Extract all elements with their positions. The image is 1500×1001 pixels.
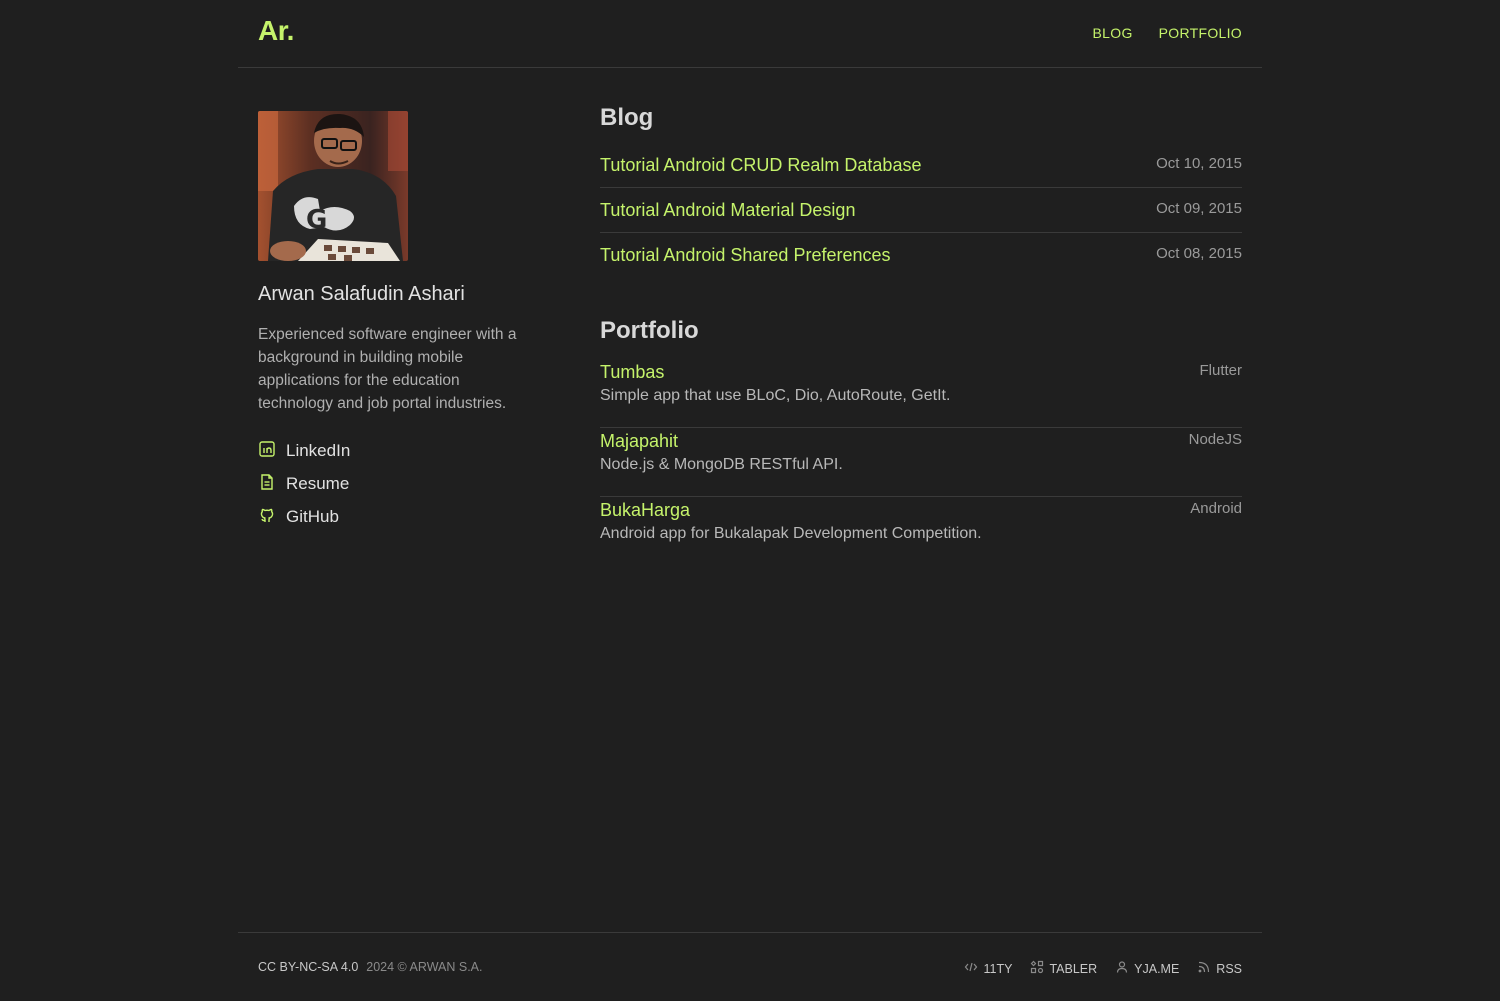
project-tag: NodeJS [1188,431,1242,448]
svg-text:G: G [306,205,327,235]
portfolio-item: Tumbas Flutter Simple app that use BLoC,… [600,359,1242,428]
project-name[interactable]: Majapahit [600,431,678,452]
linkedin-link[interactable]: LinkedIn [258,440,528,462]
github-label: GitHub [286,507,339,526]
profile-links: LinkedIn Resume GitHub [258,440,528,528]
blog-post-date: Oct 08, 2015 [1156,245,1242,262]
file-text-icon [258,473,276,496]
blog-post-date: Oct 10, 2015 [1156,155,1242,172]
components-icon [1030,960,1044,977]
resume-label: Resume [286,474,350,493]
profile-sidebar: G Arwan Salafudin Ashari Experienced sof… [258,111,528,528]
user-icon [1115,960,1129,977]
project-description: Node.js & MongoDB RESTful API. [600,456,843,473]
portfolio-item: BukaHarga Android Android app for Bukala… [600,497,1242,565]
portfolio-heading: Portfolio [600,317,699,344]
github-link[interactable]: GitHub [258,506,528,528]
footer-link-label: 11TY [983,961,1013,976]
project-description: Simple app that use BLoC, Dio, AutoRoute… [600,387,951,404]
footer-credits: CC BY-NC-SA 4.0 2024 © ARWAN S.A. [258,960,483,974]
blog-heading: Blog [600,104,654,131]
footer-link-yja[interactable]: YJA.ME [1115,960,1179,977]
nav-portfolio-link[interactable]: PORTFOLIO [1159,25,1242,41]
page-container: Ar. BLOG PORTFOLIO G Arwan Salafudin Ash… [238,0,1262,1000]
footer-link-rss[interactable]: RSS [1197,960,1242,977]
avatar: G [258,111,408,261]
project-tag: Android [1190,500,1242,517]
main-content: Blog Tutorial Android CRUD Realm Databas… [600,104,1242,565]
portfolio-list: Tumbas Flutter Simple app that use BLoC,… [600,359,1242,565]
blog-post-title[interactable]: Tutorial Android Shared Preferences [600,245,891,266]
nav-blog-link[interactable]: BLOG [1093,25,1133,41]
footer-link-11ty[interactable]: 11TY [964,960,1012,977]
main-nav: BLOG PORTFOLIO [1093,25,1242,41]
footer-link-tabler[interactable]: TABLER [1030,960,1097,977]
blog-post-date: Oct 09, 2015 [1156,200,1242,217]
blog-post-item: Tutorial Android CRUD Realm Database Oct… [600,143,1242,188]
profile-bio: Experienced software engineer with a bac… [258,326,517,412]
project-name[interactable]: BukaHarga [600,500,690,521]
footer-link-label: RSS [1216,961,1242,976]
copyright-text: 2024 © ARWAN S.A. [366,960,483,974]
blog-post-title[interactable]: Tutorial Android CRUD Realm Database [600,155,921,176]
code-icon [964,960,978,977]
license-link[interactable]: CC BY-NC-SA 4.0 [258,960,358,974]
github-icon [258,506,276,529]
footer-link-label: TABLER [1049,961,1098,976]
blog-post-list: Tutorial Android CRUD Realm Database Oct… [600,143,1242,277]
project-name[interactable]: Tumbas [600,362,664,383]
resume-link[interactable]: Resume [258,473,528,495]
profile-name: Arwan Salafudin Ashari [258,283,465,305]
footer-link-label: YJA.ME [1134,961,1180,976]
rss-icon [1197,960,1211,977]
project-tag: Flutter [1199,362,1242,379]
blog-post-item: Tutorial Android Material Design Oct 09,… [600,188,1242,233]
linkedin-icon [258,440,276,463]
footer-links: 11TY TABLER YJA.ME RSS [964,960,1242,977]
site-footer: CC BY-NC-SA 4.0 2024 © ARWAN S.A. 11TY T… [238,932,1262,1001]
blog-post-title[interactable]: Tutorial Android Material Design [600,200,855,221]
site-logo[interactable]: Ar. [258,15,294,47]
linkedin-label: LinkedIn [286,441,351,460]
blog-post-item: Tutorial Android Shared Preferences Oct … [600,233,1242,277]
portfolio-item: Majapahit NodeJS Node.js & MongoDB RESTf… [600,428,1242,497]
site-header: Ar. BLOG PORTFOLIO [238,0,1262,68]
project-description: Android app for Bukalapak Development Co… [600,525,982,542]
